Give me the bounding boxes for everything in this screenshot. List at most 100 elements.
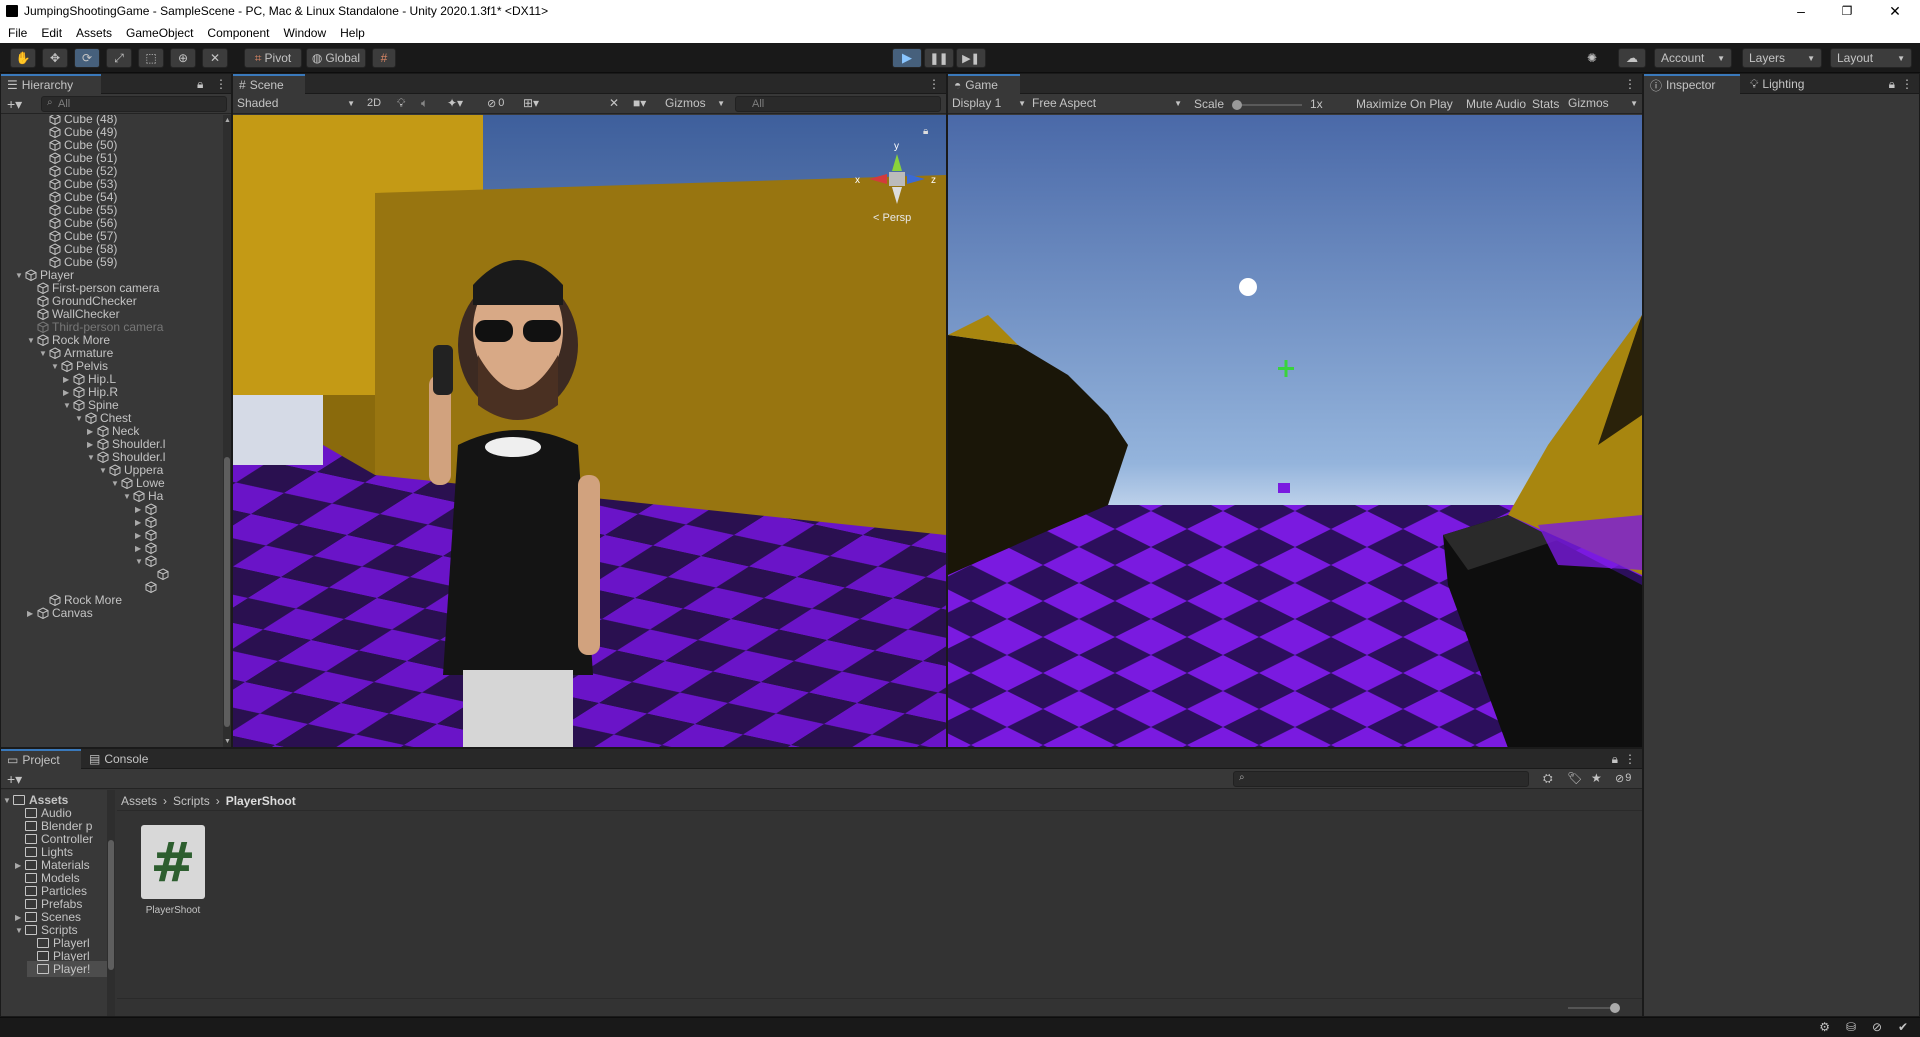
lock-icon[interactable]: 🔒︎ [1612,752,1618,767]
cache-server-icon[interactable]: ⛁ [1846,1020,1856,1034]
play-button[interactable]: ▶ [892,48,922,68]
expand-down-icon[interactable]: ▼ [99,466,109,475]
aspect-dropdown[interactable]: Free Aspect ▼ [1032,96,1182,110]
account-dropdown[interactable]: Account ▼ [1654,48,1732,68]
close-button[interactable]: ✕ [1872,0,1918,22]
hierarchy-search-input[interactable]: All [41,96,227,112]
expand-right-icon[interactable]: ▶ [135,531,145,540]
tab-hierarchy[interactable]: ☰ Hierarchy [1,74,101,94]
step-button[interactable]: ▶❚ [956,48,986,68]
transform-tool-button[interactable]: ⊕ [170,48,196,68]
progress-check-icon[interactable]: ✔ [1898,1020,1908,1034]
maximize-on-play-toggle[interactable]: Maximize On Play [1356,97,1453,111]
scale-slider-thumb[interactable] [1232,100,1242,110]
hand-tool-button[interactable]: ✋ [10,48,36,68]
shading-mode-dropdown[interactable]: Shaded ▼ [237,96,355,110]
expand-down-icon[interactable]: ▼ [111,479,121,488]
kebab-menu-icon[interactable]: ⋮ [1901,77,1913,91]
scene-viewport[interactable]: y x z 🔒︎ < Persp [233,115,946,747]
asset-playershoot[interactable]: # PlayerShoot [141,825,205,921]
tab-project[interactable]: ▭ Project [1,749,81,769]
layout-dropdown[interactable]: Layout ▼ [1830,48,1912,68]
cloud-button[interactable]: ☁ [1618,48,1646,68]
expand-right-icon[interactable]: ▶ [27,609,37,618]
scene-gizmos-dropdown[interactable]: Gizmos ▼ [665,96,725,110]
expand-down-icon[interactable]: ▼ [3,796,13,805]
persp-label[interactable]: < Persp [873,212,911,224]
menu-edit[interactable]: Edit [33,26,68,40]
expand-right-icon[interactable]: ▶ [135,505,145,514]
mute-audio-toggle[interactable]: Mute Audio [1466,97,1526,111]
scale-tool-button[interactable]: ⤢ [106,48,132,68]
pause-button[interactable]: ❚❚ [924,48,954,68]
breadcrumb-current[interactable]: PlayerShoot [226,794,296,808]
menu-file[interactable]: File [0,26,33,40]
tools-icon[interactable]: ✕ [609,96,619,110]
expand-right-icon[interactable]: ▶ [135,544,145,553]
project-folder-item[interactable]: Player! [27,961,107,977]
create-plus-icon[interactable]: +▾ [7,771,22,788]
menu-gameobject[interactable]: GameObject [118,26,199,40]
lighting-toggle-icon[interactable]: 💡︎ [397,96,405,111]
move-tool-button[interactable]: ✥ [42,48,68,68]
expand-down-icon[interactable]: ▼ [51,362,61,371]
scene-search-input[interactable]: All [735,96,941,112]
scroll-up-icon[interactable]: ▲ [224,117,231,124]
maximize-button[interactable]: ❐ [1824,0,1870,22]
expand-right-icon[interactable]: ▶ [15,913,25,922]
breadcrumb-assets[interactable]: Assets [121,794,157,808]
expand-down-icon[interactable]: ▼ [39,349,49,358]
menu-help[interactable]: Help [332,26,371,40]
scroll-down-icon[interactable]: ▼ [224,738,231,745]
rect-tool-button[interactable]: ⬚ [138,48,164,68]
kebab-menu-icon[interactable]: ⋮ [215,77,227,91]
layers-dropdown[interactable]: Layers ▼ [1742,48,1822,68]
kebab-menu-icon[interactable]: ⋮ [1624,752,1636,766]
create-plus-icon[interactable]: +▾ [7,96,22,113]
filter-by-label-icon[interactable]: 🏷︎ [1567,771,1582,785]
tab-console[interactable]: ▤ Console [83,749,163,769]
custom-tool-button[interactable]: ✕ [202,48,228,68]
pivot-toggle[interactable]: ⌗ Pivot [244,48,302,68]
hidden-packages-toggle[interactable]: ⊘ 9 [1615,772,1631,785]
expand-right-icon[interactable]: ▶ [15,861,25,870]
expand-down-icon[interactable]: ▼ [123,492,133,501]
lock-icon[interactable]: 🔒︎ [197,77,203,92]
rotate-tool-button[interactable]: ⟳ [74,48,100,68]
tab-scene[interactable]: # Scene [233,74,305,94]
game-viewport[interactable] [948,115,1642,747]
tab-game[interactable]: ◓ Game [948,74,1020,94]
effects-dropdown-icon[interactable]: ✦▾ [447,96,463,110]
snap-button[interactable]: # [372,48,396,68]
expand-down-icon[interactable]: ▼ [135,557,145,566]
expand-right-icon[interactable]: ▶ [63,388,73,397]
audio-toggle-icon[interactable]: 🔈︎ [421,96,428,111]
expand-down-icon[interactable]: ▼ [63,401,73,410]
expand-down-icon[interactable]: ▼ [15,271,25,280]
project-tree-scroll-thumb[interactable] [108,840,114,970]
stats-toggle[interactable]: Stats [1532,97,1559,111]
favorites-star-icon[interactable]: ★ [1591,771,1602,785]
hierarchy-item[interactable]: ▶ Canvas [27,605,93,621]
expand-down-icon[interactable]: ▼ [27,336,37,345]
expand-right-icon[interactable]: ▶ [135,518,145,527]
network-icon[interactable]: ⊘ [1872,1020,1882,1034]
lock-icon[interactable]: 🔒︎ [1889,77,1895,92]
expand-right-icon[interactable]: ▶ [63,375,73,384]
hierarchy-scroll-thumb[interactable] [224,457,230,727]
collab-button[interactable]: ✺ [1580,48,1604,68]
breadcrumb-scripts[interactable]: Scripts [173,794,210,808]
display-dropdown[interactable]: Display 1 ▼ [952,96,1026,110]
scale-slider[interactable] [1232,100,1302,110]
project-search-input[interactable] [1233,771,1529,787]
hierarchy-item[interactable] [135,579,160,595]
menu-component[interactable]: Component [199,26,275,40]
game-gizmos-dropdown[interactable]: Gizmos ▼ [1568,96,1638,110]
expand-right-icon[interactable]: ▶ [87,440,97,449]
expand-down-icon[interactable]: ▼ [87,453,97,462]
icon-size-slider[interactable] [1568,1003,1620,1013]
kebab-menu-icon[interactable]: ⋮ [1624,77,1636,91]
expand-right-icon[interactable]: ▶ [87,427,97,436]
tab-inspector[interactable]: ⓘ Inspector [1644,74,1740,94]
expand-down-icon[interactable]: ▼ [75,414,85,423]
